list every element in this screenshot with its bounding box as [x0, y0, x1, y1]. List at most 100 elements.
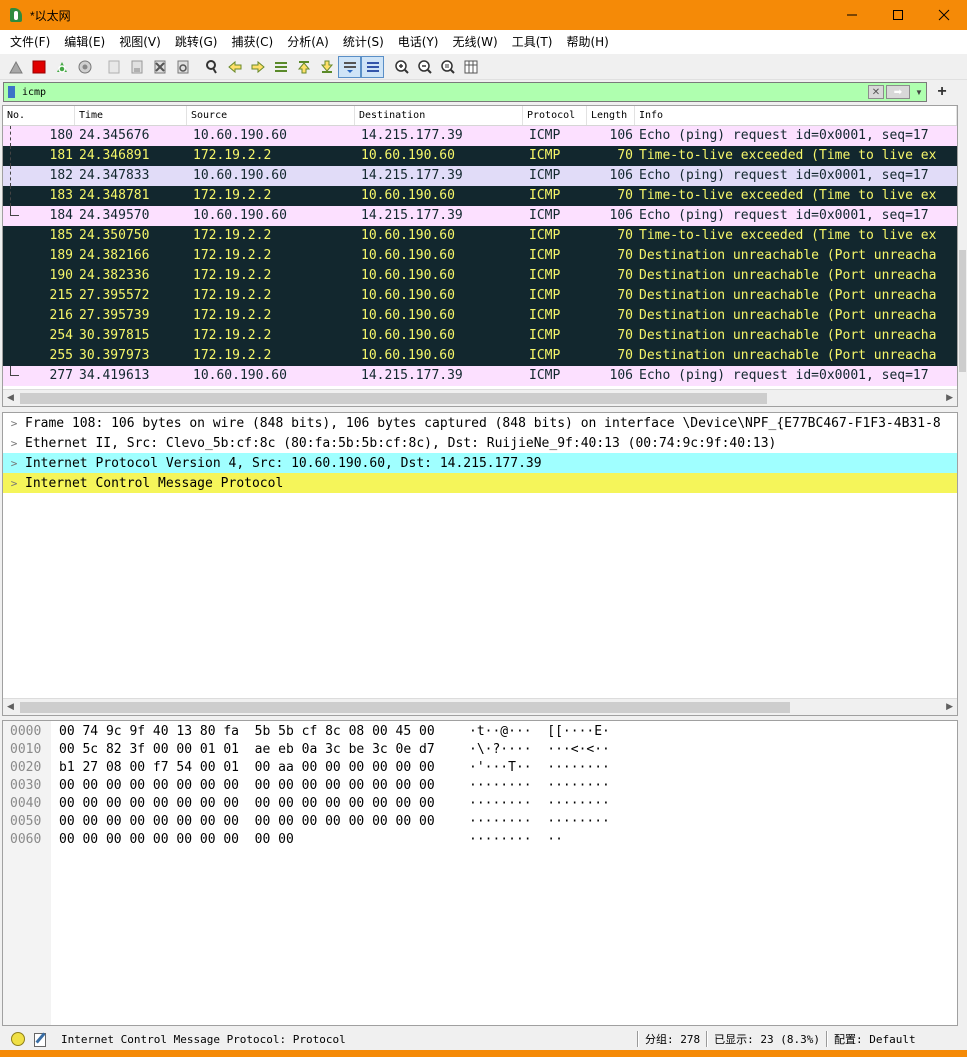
- menu-edit[interactable]: 编辑(E): [57, 30, 112, 54]
- packet-list-vscrollbar[interactable]: [958, 105, 967, 405]
- ascii-row[interactable]: ·t··@··· [[····E·: [469, 723, 610, 741]
- packet-row[interactable]: 184 24.349570 10.60.190.60 14.215.177.39 ICM…: [3, 206, 957, 226]
- packet-row[interactable]: 189 24.382166 172.19.2.2 10.60.190.60 ICMP 70…: [3, 246, 957, 266]
- bytes-ascii[interactable]: ·t··@··· [[····E· ·\·?···· ···<·<·· ·'···T…: [469, 723, 610, 849]
- first-packet-icon[interactable]: [292, 56, 315, 78]
- zoom-normal-icon[interactable]: [436, 56, 459, 78]
- status-profile[interactable]: 配置: Default: [834, 1031, 916, 1047]
- detail-tree-item[interactable]: > Frame 108: 106 bytes on wire (848 bits)…: [3, 413, 957, 433]
- hex-row[interactable]: 00 74 9c 9f 40 13 80 fa 5b 5b cf 8c 08 0…: [59, 723, 435, 741]
- menu-tools[interactable]: 工具(T): [505, 30, 560, 54]
- column-header-destination[interactable]: Destination: [355, 106, 523, 125]
- menu-view[interactable]: 视图(V): [112, 30, 168, 54]
- packet-row[interactable]: 185 24.350750 172.19.2.2 10.60.190.60 ICMP 70…: [3, 226, 957, 246]
- packet-row[interactable]: 182 24.347833 10.60.190.60 14.215.177.39 ICM…: [3, 166, 957, 186]
- column-header-time[interactable]: Time: [75, 106, 187, 125]
- cell-protocol: ICMP: [529, 228, 561, 243]
- menu-statistics[interactable]: 统计(S): [336, 30, 391, 54]
- reload-file-icon[interactable]: [171, 56, 194, 78]
- hex-row[interactable]: 00 5c 82 3f 00 00 01 01 ae eb 0a 3c be 3…: [59, 741, 435, 759]
- ascii-row[interactable]: ········ ········: [469, 813, 610, 831]
- bytes-hex[interactable]: 00 74 9c 9f 40 13 80 fa 5b 5b cf 8c 08 0…: [59, 723, 435, 849]
- scroll-thumb[interactable]: [959, 250, 966, 372]
- expert-info-icon[interactable]: [11, 1032, 25, 1046]
- go-forward-icon[interactable]: [246, 56, 269, 78]
- packet-row[interactable]: 190 24.382336 172.19.2.2 10.60.190.60 ICMP 70…: [3, 266, 957, 286]
- scroll-right-icon[interactable]: ▶: [946, 701, 953, 712]
- column-header-length[interactable]: Length: [587, 106, 635, 125]
- expand-arrow-icon[interactable]: >: [3, 477, 25, 490]
- details-hscrollbar[interactable]: ◀ ▶: [3, 698, 957, 715]
- menu-go[interactable]: 跳转(G): [168, 30, 225, 54]
- ascii-row[interactable]: ·\·?···· ···<·<··: [469, 741, 610, 759]
- hex-row[interactable]: 00 00 00 00 00 00 00 00 00 00 00 00 00 0…: [59, 813, 435, 831]
- scroll-thumb[interactable]: [20, 702, 790, 713]
- ascii-row[interactable]: ········ ········: [469, 777, 610, 795]
- menu-telephony[interactable]: 电话(Y): [391, 30, 446, 54]
- go-to-packet-icon[interactable]: [269, 56, 292, 78]
- packet-row[interactable]: 277 34.419613 10.60.190.60 14.215.177.39 ICM…: [3, 366, 957, 386]
- last-packet-icon[interactable]: [315, 56, 338, 78]
- menu-help[interactable]: 帮助(H): [559, 30, 615, 54]
- minimize-button[interactable]: [829, 0, 875, 30]
- open-file-icon[interactable]: [102, 56, 125, 78]
- scroll-left-icon[interactable]: ◀: [7, 392, 14, 403]
- shark-fin-start-icon[interactable]: [4, 56, 27, 78]
- filter-history-dropdown[interactable]: ▼: [912, 85, 926, 99]
- packet-row[interactable]: 215 27.395572 172.19.2.2 10.60.190.60 ICMP 70…: [3, 286, 957, 306]
- hex-row[interactable]: b1 27 08 00 f7 54 00 01 00 aa 00 00 00 0…: [59, 759, 435, 777]
- filter-bookmark-icon[interactable]: [4, 83, 18, 101]
- display-filter-input[interactable]: [18, 83, 868, 101]
- packet-row[interactable]: 183 24.348781 172.19.2.2 10.60.190.60 ICMP 70…: [3, 186, 957, 206]
- ascii-row[interactable]: ········ ········: [469, 795, 610, 813]
- packet-row[interactable]: 180 24.345676 10.60.190.60 14.215.177.39 ICM…: [3, 126, 957, 146]
- menu-file[interactable]: 文件(F): [3, 30, 57, 54]
- cell-destination: 10.60.190.60: [361, 188, 455, 203]
- capture-options-icon[interactable]: [73, 56, 96, 78]
- go-back-icon[interactable]: [223, 56, 246, 78]
- find-packet-icon[interactable]: [200, 56, 223, 78]
- column-header-protocol[interactable]: Protocol: [523, 106, 587, 125]
- restart-capture-icon[interactable]: [50, 56, 73, 78]
- save-file-icon[interactable]: [125, 56, 148, 78]
- hex-row[interactable]: 00 00 00 00 00 00 00 00 00 00 00 00 00 0…: [59, 777, 435, 795]
- colorize-icon[interactable]: [361, 55, 384, 78]
- close-file-icon[interactable]: [148, 56, 171, 78]
- scroll-right-icon[interactable]: ▶: [946, 392, 953, 403]
- packet-row[interactable]: 216 27.395739 172.19.2.2 10.60.190.60 ICMP 70…: [3, 306, 957, 326]
- ascii-row[interactable]: ·'···T·· ········: [469, 759, 610, 777]
- resize-columns-icon[interactable]: [459, 56, 482, 78]
- menu-analyze[interactable]: 分析(A): [280, 30, 336, 54]
- add-filter-button[interactable]: +: [927, 83, 957, 101]
- detail-tree-item[interactable]: > Internet Protocol Version 4, Src: 10.60…: [3, 453, 957, 473]
- expand-arrow-icon[interactable]: >: [3, 437, 25, 450]
- column-header-no[interactable]: No.: [3, 106, 75, 125]
- scroll-left-icon[interactable]: ◀: [7, 701, 14, 712]
- packet-row[interactable]: 255 30.397973 172.19.2.2 10.60.190.60 ICMP 70…: [3, 346, 957, 366]
- packet-list-hscrollbar[interactable]: ◀ ▶: [3, 389, 957, 406]
- apply-filter-button[interactable]: ➡: [886, 85, 910, 99]
- scroll-thumb[interactable]: [20, 393, 767, 404]
- column-header-info[interactable]: Info: [635, 106, 957, 125]
- zoom-in-icon[interactable]: [390, 56, 413, 78]
- stop-capture-icon[interactable]: [27, 56, 50, 78]
- menu-wireless[interactable]: 无线(W): [446, 30, 505, 54]
- maximize-button[interactable]: [875, 0, 921, 30]
- detail-tree-item[interactable]: > Ethernet II, Src: Clevo_5b:cf:8c (80:fa…: [3, 433, 957, 453]
- expand-arrow-icon[interactable]: >: [3, 457, 25, 470]
- auto-scroll-icon[interactable]: [338, 55, 361, 78]
- hex-row[interactable]: 00 00 00 00 00 00 00 00 00 00 00 00 00 0…: [59, 795, 435, 813]
- capture-comment-icon[interactable]: [33, 1032, 47, 1047]
- close-button[interactable]: [921, 0, 967, 30]
- zoom-out-icon[interactable]: [413, 56, 436, 78]
- expand-arrow-icon[interactable]: >: [3, 417, 25, 430]
- column-header-source[interactable]: Source: [187, 106, 355, 125]
- clear-filter-button[interactable]: ✕: [868, 85, 884, 99]
- menu-capture[interactable]: 捕获(C): [224, 30, 280, 54]
- ascii-row[interactable]: ········ ··: [469, 831, 610, 849]
- packet-row[interactable]: 254 30.397815 172.19.2.2 10.60.190.60 ICMP 70…: [3, 326, 957, 346]
- detail-tree-item[interactable]: > Internet Control Message Protocol: [3, 473, 957, 493]
- packet-row[interactable]: 181 24.346891 172.19.2.2 10.60.190.60 ICMP 70…: [3, 146, 957, 166]
- title-bar[interactable]: *以太网: [0, 0, 967, 30]
- hex-row[interactable]: 00 00 00 00 00 00 00 00 00 00: [59, 831, 435, 849]
